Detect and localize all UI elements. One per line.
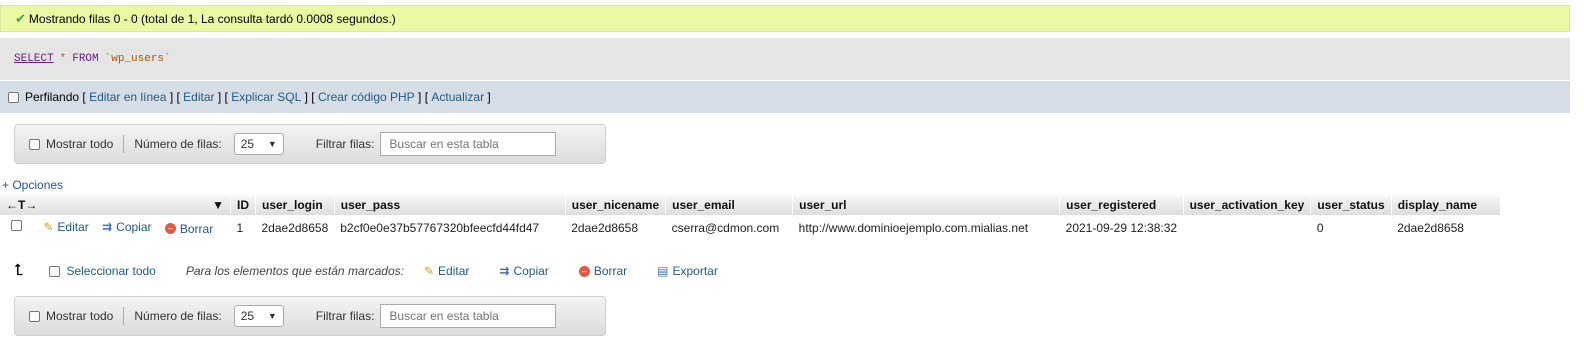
bulk-delete-button[interactable]: – Borrar <box>578 264 628 278</box>
bulk-delete-label: Borrar <box>593 264 628 278</box>
cell-display-name[interactable]: 2dae2d8658 <box>1391 215 1500 241</box>
sql-select-keyword[interactable]: SELECT <box>14 53 54 65</box>
cell-user-login[interactable]: 2dae2d8658 <box>256 215 335 241</box>
row-delete-button[interactable]: – Borrar <box>164 221 214 236</box>
cell-user-activation-key[interactable] <box>1183 215 1311 241</box>
success-text: Mostrando filas 0 - 0 (total de 1, La co… <box>28 11 396 26</box>
rows-select[interactable]: 25 ▼ <box>233 305 284 327</box>
row-copy-label: Copiar <box>116 220 152 235</box>
show-all-checkbox[interactable] <box>29 310 40 322</box>
sql-table-name: `wp_users` <box>104 53 171 65</box>
cell-user-status[interactable]: 0 <box>1311 215 1391 241</box>
filter-label: Filtrar filas: <box>315 137 375 151</box>
rows-select-value: 25 <box>240 309 255 323</box>
bracket: [ <box>82 90 86 104</box>
delete-icon: – <box>578 265 590 277</box>
bracket: ] [ <box>169 90 180 104</box>
sort-dropdown-icon[interactable]: ▼ <box>212 198 224 212</box>
pencil-icon: ✎ <box>423 264 435 278</box>
refresh-link[interactable]: Actualizar <box>431 90 484 104</box>
bulk-export-label: Exportar <box>672 264 718 278</box>
rows-select-value: 25 <box>240 137 255 151</box>
table-row: ✎ Editar ⇉ Copiar – Borrar 1 2dae2d8658 b2c… <box>0 215 1500 241</box>
cell-user-email[interactable]: cserra@cdmon.com <box>666 215 793 241</box>
filter-label: Filtrar filas: <box>315 309 375 323</box>
row-checkbox[interactable] <box>11 220 22 232</box>
show-all-checkbox[interactable] <box>29 138 40 150</box>
show-all-label: Mostrar todo <box>46 137 114 151</box>
col-header-user-login[interactable]: user_login <box>255 195 335 215</box>
bracket: ] [ <box>418 90 429 104</box>
row-edit-button[interactable]: ✎ Editar <box>43 220 88 234</box>
bracket: ] [ <box>217 90 228 104</box>
bulk-edit-button[interactable]: ✎ Editar <box>424 264 469 278</box>
col-header-user-status[interactable]: user_status <box>1310 195 1392 215</box>
select-all-checkbox[interactable] <box>49 265 61 277</box>
pencil-icon: ✎ <box>43 220 54 235</box>
results-table: ←T→ ▼ ID user_login user_pass user_nicena… <box>0 195 1501 241</box>
col-header-user-activation-key[interactable]: user_activation_key <box>1183 195 1312 215</box>
profiling-checkbox[interactable] <box>8 91 19 103</box>
column-resize-arrows[interactable]: ←T→ ▼ <box>0 195 231 215</box>
bulk-edit-label: Editar <box>438 264 470 278</box>
checkmark-icon: ✔ <box>15 10 26 26</box>
cell-user-url[interactable]: http://www.dominioejemplo.com.mialias.ne… <box>793 215 1060 241</box>
success-message: ✔ Mostrando filas 0 - 0 (total de 1, La … <box>0 5 1570 32</box>
col-header-id[interactable]: ID <box>230 195 256 215</box>
bottom-navigation-bar: Mostrar todo Número de filas: 25 ▼ Filtr… <box>14 296 606 336</box>
cell-user-pass[interactable]: b2cf0e0e37b57767320bfeecfd44fd47 <box>334 215 565 241</box>
options-link[interactable]: + Opciones <box>2 178 63 192</box>
sql-star: * <box>59 53 67 65</box>
chevron-down-icon: ▼ <box>267 311 277 321</box>
rows-label: Número de filas: <box>134 137 222 151</box>
create-php-link[interactable]: Crear código PHP <box>318 90 415 104</box>
explain-sql-link[interactable]: Explicar SQL <box>231 90 301 104</box>
export-icon: ▤ <box>657 264 669 278</box>
chevron-down-icon: ▼ <box>267 139 277 149</box>
inline-edit-link[interactable]: Editar en línea <box>89 90 166 104</box>
col-header-user-registered[interactable]: user_registered <box>1059 195 1184 215</box>
rows-select[interactable]: 25 ▼ <box>233 133 284 155</box>
bracket: ] [ <box>304 90 315 104</box>
cell-id[interactable]: 1 <box>231 215 256 241</box>
col-header-user-pass[interactable]: user_pass <box>334 195 566 215</box>
edit-query-link[interactable]: Editar <box>183 90 214 104</box>
row-actions: ✎ Editar ⇉ Copiar – Borrar <box>0 215 231 241</box>
rows-label: Número de filas: <box>134 309 222 323</box>
filter-rows-input[interactable] <box>380 304 557 328</box>
row-edit-label: Editar <box>57 220 89 235</box>
select-all-label[interactable]: Seleccionar todo <box>66 264 155 278</box>
cell-user-nicename[interactable]: 2dae2d8658 <box>565 215 665 241</box>
bulk-copy-label: Copiar <box>513 264 549 278</box>
row-copy-button[interactable]: ⇉ Copiar <box>102 220 151 234</box>
marked-label: Para los elementos que están marcados: <box>185 264 404 278</box>
col-header-user-url[interactable]: user_url <box>792 195 1061 215</box>
col-header-user-nicename[interactable]: user_nicename <box>565 195 667 215</box>
cell-user-registered[interactable]: 2021-09-29 12:38:32 <box>1060 215 1183 241</box>
divider <box>123 307 125 325</box>
filter-rows-input[interactable] <box>380 132 557 156</box>
profiling-label: Perfilando <box>25 90 80 104</box>
arrows-text: ←T→ <box>6 198 38 212</box>
bulk-copy-button[interactable]: ⇉ Copiar <box>499 264 548 278</box>
divider <box>123 135 125 153</box>
bulk-export-button[interactable]: ▤ Exportar <box>657 264 718 278</box>
query-options-bar: Perfilando [ Editar en línea ] [ Editar … <box>0 81 1570 113</box>
bulk-actions-bar: ⮤ Seleccionar todo Para los elementos qu… <box>14 261 748 281</box>
bracket: ] <box>487 90 491 104</box>
col-header-user-email[interactable]: user_email <box>665 195 794 215</box>
top-navigation-bar: Mostrar todo Número de filas: 25 ▼ Filtr… <box>14 124 606 164</box>
copy-icon: ⇉ <box>102 220 113 235</box>
row-delete-label: Borrar <box>179 221 214 236</box>
copy-icon: ⇉ <box>499 264 510 278</box>
show-all-label: Mostrar todo <box>46 309 114 323</box>
sql-from-keyword: FROM <box>72 53 99 65</box>
delete-icon: – <box>164 223 176 235</box>
arrow-up-icon: ⮤ <box>14 262 24 279</box>
col-header-display-name[interactable]: display_name <box>1391 195 1501 215</box>
sql-query-box: SELECT * FROM `wp_users` <box>0 38 1570 80</box>
